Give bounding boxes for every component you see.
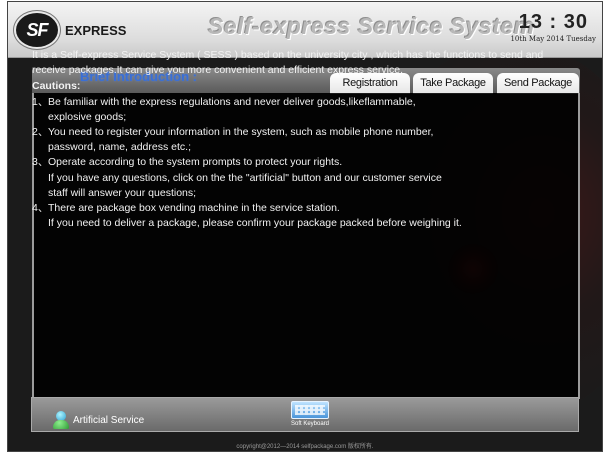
caution-item: 2、 You need to register your information…	[32, 125, 552, 155]
logo-text: EXPRESS	[65, 23, 127, 38]
copyright-text: copyright@2012—2014 selfpackage.com 版权所有…	[236, 444, 374, 450]
caution-line: Operate according to the system prompts …	[48, 156, 343, 169]
customer-service-icon	[53, 411, 69, 429]
caution-number: 4、	[32, 202, 49, 215]
keyboard-icon	[291, 401, 329, 419]
artificial-service-button[interactable]: Artificial Service	[53, 409, 144, 431]
soft-keyboard-label: Soft Keyboard	[290, 421, 330, 427]
cautions-heading: Cautions:	[32, 80, 81, 93]
soft-keyboard-button[interactable]: Soft Keyboard	[288, 401, 332, 431]
caution-line: There are package box vending machine in…	[48, 202, 340, 215]
caution-text: Be familiar with the express regulations…	[48, 95, 552, 125]
caution-line: If you need to deliver a package, please…	[48, 217, 462, 230]
caution-line: You need to register your information in…	[48, 126, 434, 139]
sf-logo-icon: SF	[14, 11, 60, 49]
artificial-service-label: Artificial Service	[73, 414, 145, 426]
caution-text: You need to register your information in…	[48, 125, 552, 155]
caution-number: 3、	[32, 156, 49, 169]
caution-item: 4、 There are package box vending machine…	[32, 201, 552, 231]
caution-item: 3、 Operate according to the system promp…	[32, 155, 552, 201]
system-title: Self-express Service System	[208, 13, 535, 39]
caution-line: explosive goods;	[48, 110, 127, 123]
caution-number: 1、	[32, 95, 49, 108]
intro-paragraph: It is a Self-express Service System ( SE…	[32, 49, 544, 77]
introduction-text: It is a Self-express Service System ( SE…	[32, 48, 552, 231]
caution-item: 1、 Be familiar with the express regulati…	[32, 95, 552, 125]
caution-line: Be familiar with the express regulations…	[48, 95, 416, 108]
caution-text: There are package box vending machine in…	[48, 201, 552, 231]
caution-line: If you have any questions, click on the …	[48, 171, 442, 184]
clock: 13 : 30 10th May 2014 Tuesday	[510, 11, 596, 43]
clock-time: 13 : 30	[518, 11, 588, 33]
clock-date: 10th May 2014 Tuesday	[510, 35, 596, 43]
caution-number: 2、	[32, 126, 49, 139]
caution-text: Operate according to the system prompts …	[48, 155, 552, 201]
caution-line: password, name, address etc.;	[48, 141, 191, 154]
caution-line: staff will answer your questions;	[48, 186, 197, 199]
